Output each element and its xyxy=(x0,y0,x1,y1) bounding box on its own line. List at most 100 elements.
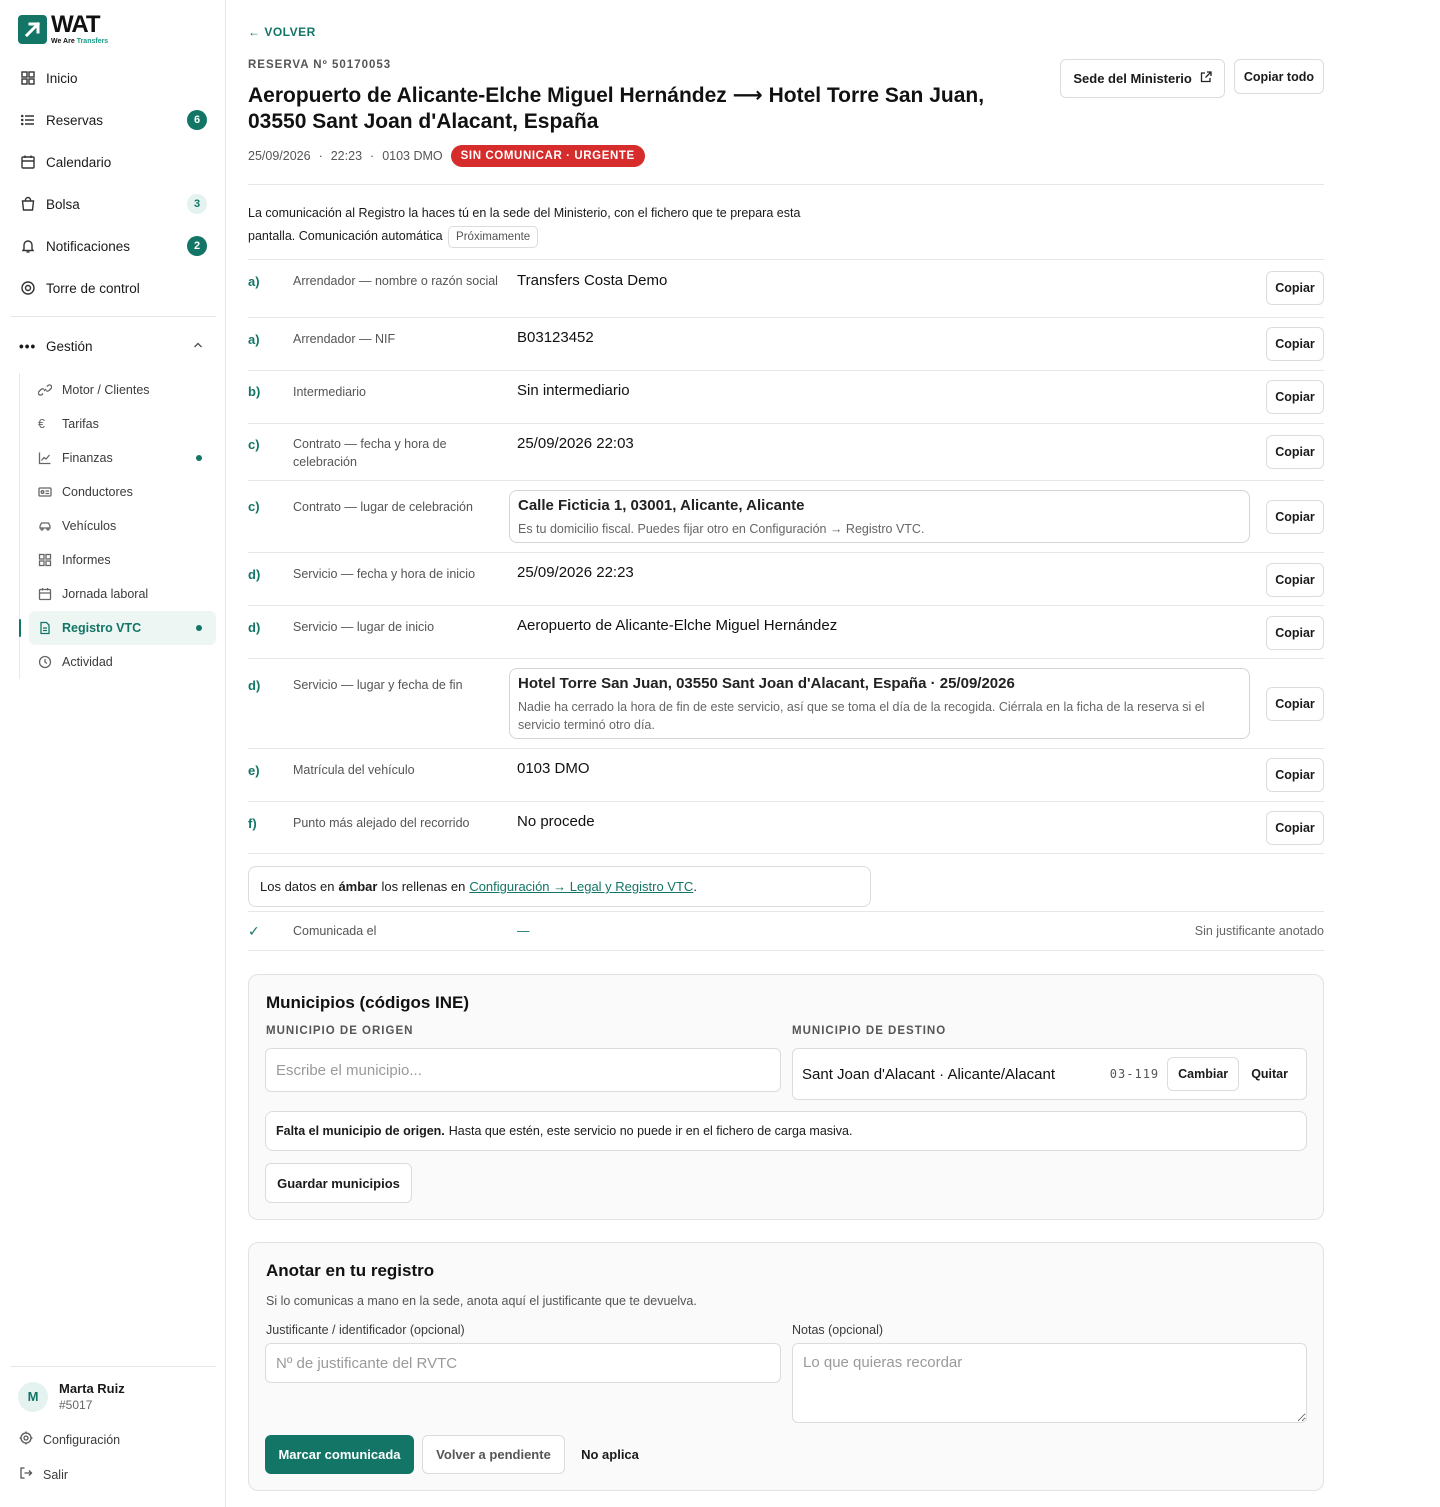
meta-separator: · xyxy=(370,149,375,163)
field-letter: d) xyxy=(248,620,261,635)
nav-divider xyxy=(10,316,216,317)
field-value: Hotel Torre San Juan, 03550 Sant Joan d'… xyxy=(518,675,1015,692)
copy-button[interactable]: Copiar xyxy=(1266,758,1324,792)
nav-item-bolsa[interactable]: Bolsa 3 xyxy=(10,183,216,225)
settings-link[interactable]: Configuración xyxy=(10,1422,216,1457)
arrow-logo-icon xyxy=(18,14,47,44)
nav-item-jornada-laboral[interactable]: Jornada laboral xyxy=(29,577,216,611)
nav-label: Notificaciones xyxy=(46,238,131,254)
table-row: d) Servicio — lugar de inicio Aeropuerto… xyxy=(248,605,1324,658)
nav-item-actividad[interactable]: Actividad xyxy=(29,645,216,679)
revert-pending-button[interactable]: Volver a pendiente xyxy=(422,1435,565,1474)
chevron-up-icon xyxy=(192,339,204,354)
field-value: B03123452 xyxy=(517,329,594,346)
nav-label: Calendario xyxy=(46,154,112,170)
nav-item-conductores[interactable]: Conductores xyxy=(29,475,216,509)
nav-group-items: Motor / Clientes € Tarifas Finanzas Cond… xyxy=(19,373,216,679)
back-link[interactable]: ← VOLVER xyxy=(248,25,316,39)
bell-icon xyxy=(19,237,37,255)
table-row: a) Arrendador — NIF B03123452 Copiar xyxy=(248,317,1324,370)
nav-item-registro-vtc[interactable]: Registro VTC xyxy=(19,611,216,645)
change-municipio-button[interactable]: Cambiar xyxy=(1167,1057,1240,1091)
soon-badge: Próximamente xyxy=(448,226,539,248)
meta-date: 25/09/2026 xyxy=(248,149,311,163)
field-value-box: Calle Ficticia 1, 03001, Alicante, Alica… xyxy=(509,490,1250,543)
origin-municipio-input[interactable] xyxy=(265,1048,781,1092)
user-name: Marta Ruiz xyxy=(59,1381,125,1396)
logout-label: Salir xyxy=(43,1467,69,1482)
link-icon xyxy=(38,383,53,397)
nav-item-calendario[interactable]: Calendario xyxy=(10,141,216,183)
logout-icon xyxy=(19,1466,34,1483)
nav-item-notificaciones[interactable]: Notificaciones 2 xyxy=(10,225,216,267)
nav-label: Actividad xyxy=(62,655,113,669)
warning-text: Hasta que estén, este servicio no puede … xyxy=(448,1124,853,1138)
field-letter: d) xyxy=(248,567,261,582)
receipt-label: Justificante / identificador (opcional) xyxy=(266,1323,465,1337)
copy-button[interactable]: Copiar xyxy=(1266,380,1324,414)
nav-item-torre-de-control[interactable]: Torre de control xyxy=(10,267,216,309)
mark-communicated-button[interactable]: Marcar comunicada xyxy=(265,1435,414,1474)
logo-tag-b: Transfers xyxy=(76,38,109,45)
save-municipios-button[interactable]: Guardar municipios xyxy=(265,1163,412,1203)
field-value: 25/09/2026 22:03 xyxy=(517,435,634,452)
field-letter: c) xyxy=(248,499,260,514)
more-dots-icon: ••• xyxy=(19,338,37,354)
nav-group-label: Gestión xyxy=(46,338,93,354)
settings-legal-link[interactable]: Configuración → Legal y Registro VTC xyxy=(469,879,693,894)
municipios-title: Municipios (códigos INE) xyxy=(266,993,470,1012)
check-icon: ✓ xyxy=(248,922,260,939)
logout-link[interactable]: Salir xyxy=(10,1457,216,1492)
nav-item-motor-clientes[interactable]: Motor / Clientes xyxy=(29,373,216,407)
logo-word: WAT xyxy=(51,11,101,38)
field-value: Calle Ficticia 1, 03001, Alicante, Alica… xyxy=(518,497,805,514)
copy-button[interactable]: Copiar xyxy=(1266,500,1324,534)
nav-item-informes[interactable]: Informes xyxy=(29,543,216,577)
page-title: Aeropuerto de Alicante-Elche Miguel Hern… xyxy=(248,84,985,133)
user-profile[interactable]: M Marta Ruiz #5017 xyxy=(10,1367,216,1422)
anotar-card: Anotar en tu registro Si lo comunicas a … xyxy=(248,1242,1324,1491)
copy-button[interactable]: Copiar xyxy=(1266,435,1324,469)
nav-group-gestion[interactable]: ••• Gestión xyxy=(10,325,216,367)
logo-tagline: We Are Transfers xyxy=(51,38,108,45)
table-row: b) Intermediario Sin intermediario Copia… xyxy=(248,370,1324,423)
intro-text: La comunicación al Registro la haces tú … xyxy=(248,202,848,248)
nav-item-vehiculos[interactable]: Vehículos xyxy=(29,509,216,543)
field-letter: d) xyxy=(248,678,261,693)
logo[interactable]: WAT We Are Transfers xyxy=(18,13,108,45)
nav-item-reservas[interactable]: Reservas 6 xyxy=(10,99,216,141)
field-label: Punto más alejado del recorrido xyxy=(293,816,470,830)
finanzas-indicator-dot xyxy=(196,455,202,461)
copy-button[interactable]: Copiar xyxy=(1266,811,1324,845)
nav-label: Conductores xyxy=(62,485,133,499)
origin-label: MUNICIPIO DE ORIGEN xyxy=(266,1025,414,1037)
field-note: Nadie ha cerrado la hora de fin de este … xyxy=(518,700,1205,732)
field-value: 25/09/2026 22:23 xyxy=(517,564,634,581)
field-note: Es tu domicilio fiscal. Puedes fijar otr… xyxy=(518,522,925,536)
copy-button[interactable]: Copiar xyxy=(1266,327,1324,361)
dest-municipio-value: Sant Joan d'Alacant · Alicante/Alacant xyxy=(802,1065,1056,1083)
nav-label: Jornada laboral xyxy=(62,587,149,601)
nav-label: Informes xyxy=(62,553,111,567)
copy-button[interactable]: Copiar xyxy=(1266,271,1324,305)
copy-button[interactable]: Copiar xyxy=(1266,616,1324,650)
notes-textarea[interactable] xyxy=(792,1343,1307,1423)
receipt-input[interactable] xyxy=(265,1343,781,1383)
not-applicable-button[interactable]: No aplica xyxy=(573,1435,647,1474)
field-label: Matrícula del vehículo xyxy=(293,763,415,777)
notes-label: Notas (opcional) xyxy=(792,1323,884,1337)
nav-item-inicio[interactable]: Inicio xyxy=(10,57,216,99)
remove-municipio-button[interactable]: Quitar xyxy=(1247,1057,1292,1091)
table-row: e) Matrícula del vehículo 0103 DMO Copia… xyxy=(248,748,1324,801)
nav-label: Torre de control xyxy=(46,280,140,296)
nav-label: Reservas xyxy=(46,112,104,128)
copy-all-button[interactable]: Copiar todo xyxy=(1233,59,1324,94)
nav-item-tarifas[interactable]: € Tarifas xyxy=(29,407,216,441)
field-label: Contrato — lugar de celebración xyxy=(293,500,473,514)
legend-before: Los datos en xyxy=(260,879,335,894)
copy-button[interactable]: Copiar xyxy=(1266,563,1324,597)
copy-button[interactable]: Copiar xyxy=(1266,687,1324,721)
sede-ministerio-button[interactable]: Sede del Ministerio xyxy=(1060,59,1225,98)
nav-item-finanzas[interactable]: Finanzas xyxy=(29,441,216,475)
municipios-card: Municipios (códigos INE) MUNICIPIO DE OR… xyxy=(248,974,1324,1220)
